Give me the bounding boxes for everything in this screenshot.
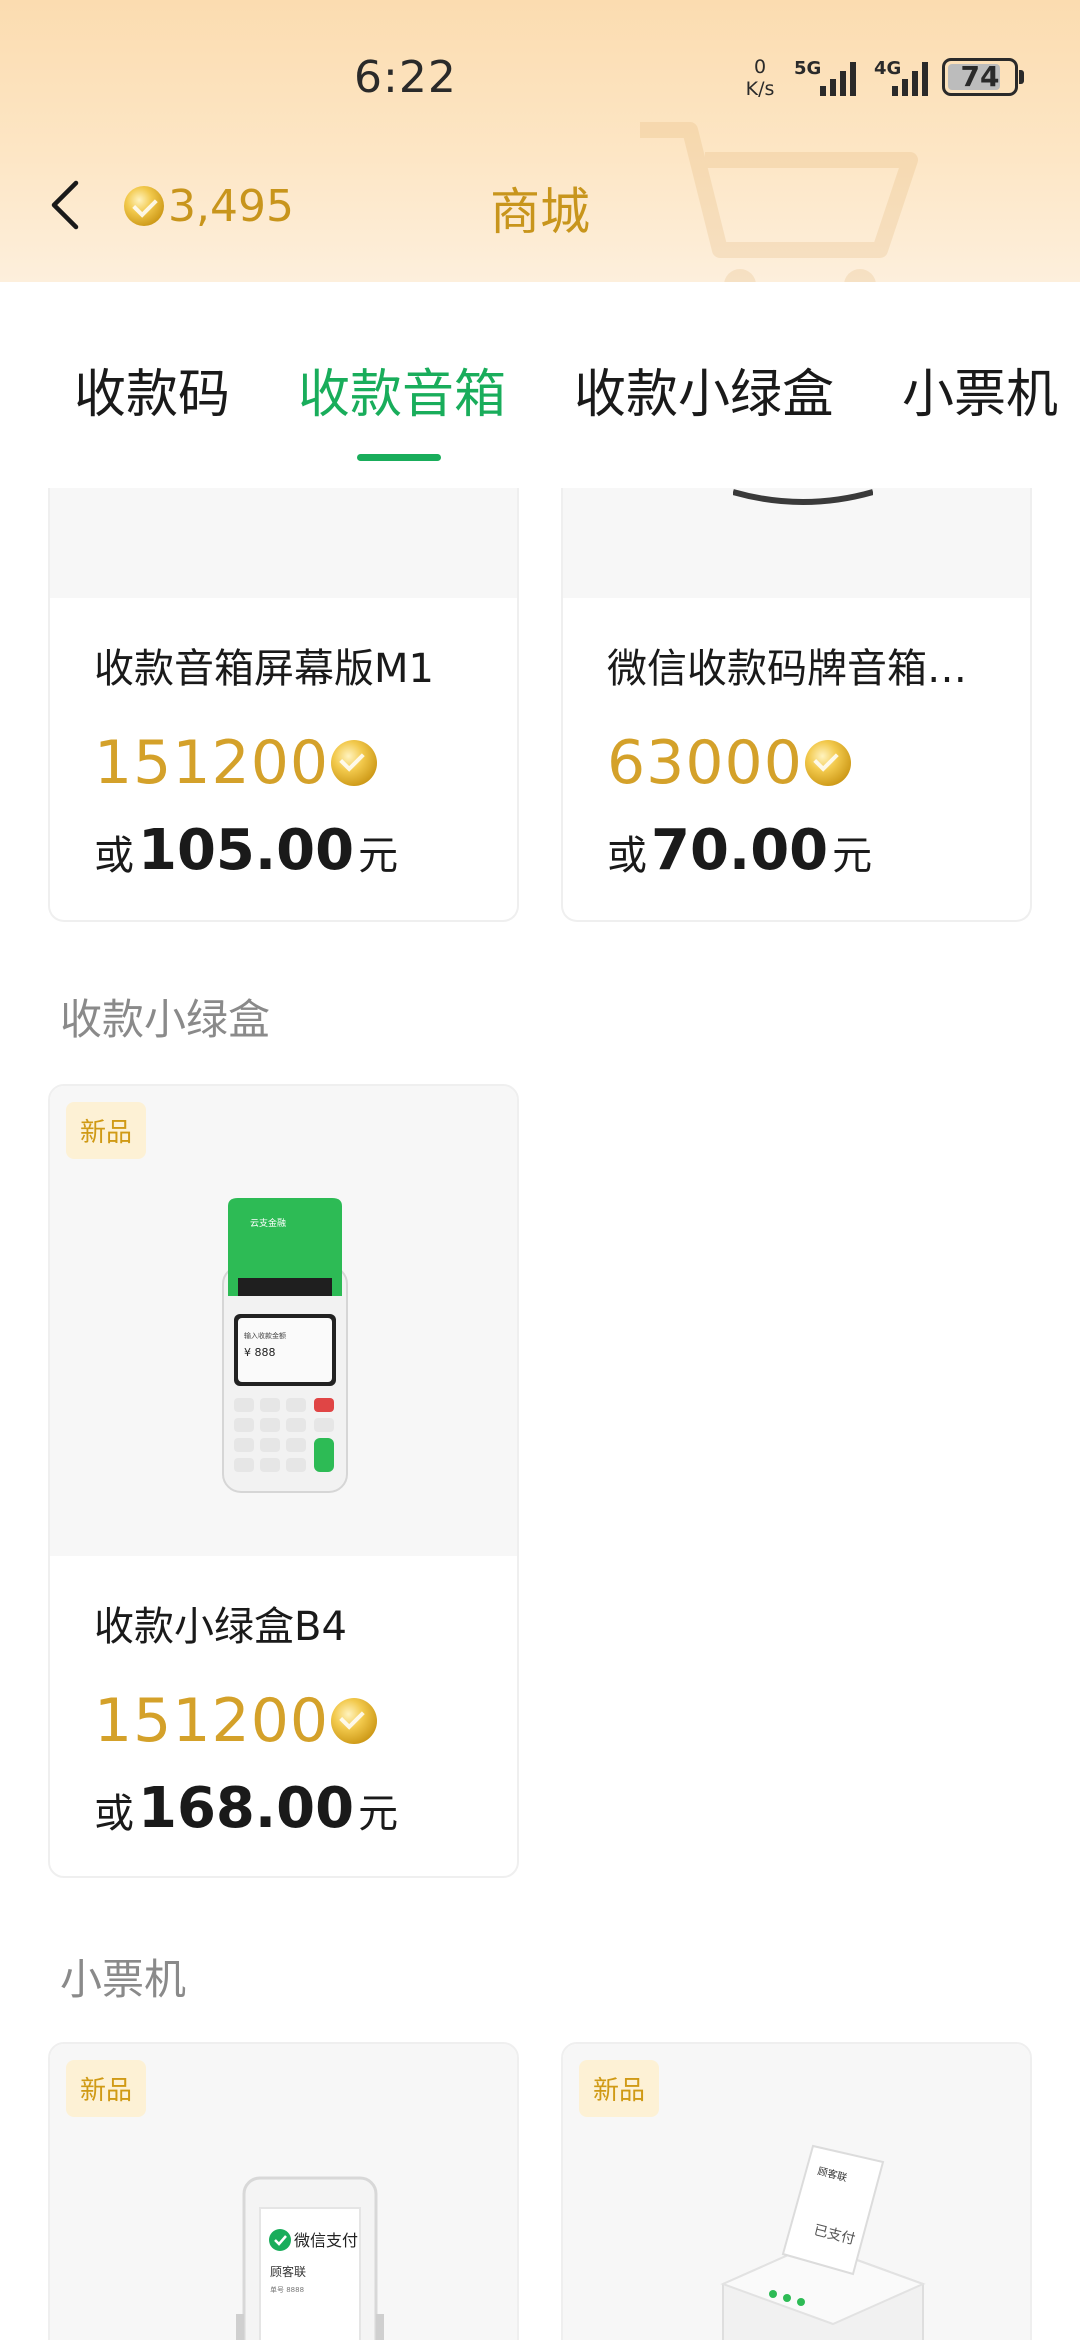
product-card[interactable]: 微信支付 顾客联 单号 8888 新品 bbox=[48, 2042, 519, 2340]
coin-price-value: 63000 bbox=[607, 728, 803, 798]
green-box-device-image: 云支金融 输入收款金额 ¥ 888 bbox=[222, 1198, 348, 1493]
coin-icon bbox=[331, 1698, 378, 1744]
section-title-green-box: 收款小绿盒 bbox=[60, 995, 271, 1044]
or-label: 或 bbox=[94, 833, 134, 879]
battery-cap bbox=[1019, 70, 1024, 84]
product-cash-price: 或 168.00 元 bbox=[94, 1776, 398, 1841]
signal-4g-icon bbox=[892, 62, 928, 96]
battery-icon: 74 bbox=[942, 58, 1018, 96]
product-coin-price: 151200 bbox=[94, 728, 378, 798]
cash-price-value: 70.00 bbox=[651, 818, 829, 883]
product-card[interactable]: 云支金融 输入收款金额 ¥ 888 新品 收款小绿盒B4 151200 或 16… bbox=[48, 1084, 519, 1878]
coin-price-value: 151200 bbox=[94, 1686, 330, 1756]
new-product-badge: 新品 bbox=[66, 2060, 147, 2117]
tab-receipt-printer[interactable]: 小票机 bbox=[902, 352, 1058, 427]
coin-icon bbox=[331, 740, 378, 786]
section-title-receipt-printer: 小票机 bbox=[60, 1955, 187, 2004]
new-product-badge: 新品 bbox=[579, 2060, 660, 2117]
receipt-line-text: 单号 8888 bbox=[270, 2285, 304, 2294]
product-cash-price: 或 105.00 元 bbox=[94, 818, 398, 883]
device-brand-text: 云支金融 bbox=[250, 1217, 286, 1229]
receipt-title-text: 顾客联 bbox=[270, 2264, 306, 2279]
new-product-badge: 新品 bbox=[66, 1102, 147, 1159]
cash-price-value: 168.00 bbox=[138, 1776, 355, 1841]
speaker-image-icon bbox=[733, 489, 873, 505]
coin-price-value: 151200 bbox=[94, 728, 330, 798]
product-coin-price: 151200 bbox=[94, 1686, 378, 1756]
product-image bbox=[50, 488, 517, 598]
or-label: 或 bbox=[607, 833, 647, 879]
product-card[interactable]: 顾客联 已支付 新品 bbox=[561, 2042, 1032, 2340]
currency-unit: 元 bbox=[832, 833, 873, 879]
device-screen-amount: ¥ 888 bbox=[244, 1346, 276, 1359]
printer-device-image: 微信支付 顾客联 单号 8888 bbox=[236, 2176, 384, 2340]
device-screen-text: 输入收款金额 bbox=[244, 1331, 286, 1340]
printer-device-image: 顾客联 已支付 bbox=[720, 2144, 926, 2340]
network-speed-value: 0 bbox=[753, 56, 767, 78]
product-coin-price: 63000 bbox=[607, 728, 851, 798]
active-tab-indicator bbox=[357, 454, 441, 461]
product-name: 微信收款码牌音箱… bbox=[607, 646, 967, 692]
product-name: 收款小绿盒B4 bbox=[94, 1604, 347, 1650]
network-speed: 0 K/s bbox=[740, 56, 780, 100]
tab-green-box[interactable]: 收款小绿盒 bbox=[574, 352, 834, 427]
tab-payment-speaker[interactable]: 收款音箱 bbox=[298, 352, 506, 427]
product-card[interactable]: 收款音箱屏幕版M1 151200 或 105.00 元 bbox=[48, 488, 519, 922]
status-time: 6:22 bbox=[354, 52, 457, 103]
currency-unit: 元 bbox=[358, 833, 399, 879]
tab-payment-code[interactable]: 收款码 bbox=[74, 352, 230, 427]
or-label: 或 bbox=[94, 1791, 134, 1837]
nav-bar: 3,495 商城 bbox=[0, 150, 1080, 260]
network-speed-unit: K/s bbox=[745, 78, 775, 100]
status-bar: 6:22 0 K/s 5G 4G 74 bbox=[0, 0, 1080, 150]
category-tabs: 收款码 收款音箱 收款小绿盒 小票机 bbox=[0, 282, 1080, 512]
currency-unit: 元 bbox=[358, 1791, 399, 1837]
coin-icon bbox=[804, 740, 851, 786]
product-card[interactable]: 微信收款码牌音箱… 63000 或 70.00 元 bbox=[561, 488, 1032, 922]
page-title: 商城 bbox=[490, 183, 590, 241]
signal-5g-icon bbox=[820, 62, 856, 96]
printer-logo-text: 微信支付 bbox=[294, 2231, 358, 2250]
product-cash-price: 或 70.00 元 bbox=[607, 818, 872, 883]
battery-level: 74 bbox=[960, 60, 1000, 93]
product-name: 收款音箱屏幕版M1 bbox=[94, 646, 434, 692]
cash-price-value: 105.00 bbox=[138, 818, 355, 883]
product-image bbox=[563, 488, 1030, 598]
